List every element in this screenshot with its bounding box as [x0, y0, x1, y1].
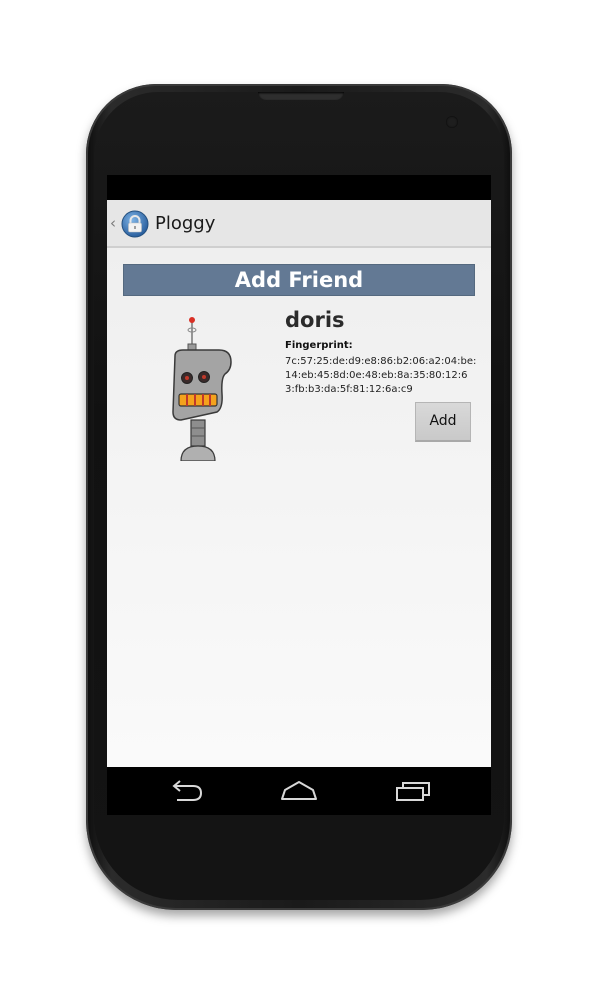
navigation-bar	[107, 767, 491, 815]
app-title: Ploggy	[155, 213, 216, 234]
earpiece-speaker	[258, 92, 344, 100]
add-friend-header: Add Friend	[123, 264, 475, 296]
robot-avatar	[167, 316, 237, 462]
fingerprint-label: Fingerprint:	[285, 340, 353, 351]
add-friend-button[interactable]: Add	[415, 402, 471, 442]
status-bar	[107, 175, 491, 200]
device-screen: ‹ Ploggy Add Friend doris Fingerprint: 7…	[107, 175, 491, 815]
friend-name: doris	[285, 308, 345, 332]
action-bar: ‹ Ploggy	[107, 200, 491, 248]
up-caret-icon[interactable]: ‹	[110, 214, 116, 232]
recent-apps-icon[interactable]	[389, 777, 437, 805]
front-camera	[446, 116, 458, 128]
lock-icon[interactable]	[121, 210, 149, 238]
fingerprint-value: 7c:57:25:de:d9:e8:86:b2:06:a2:04:be:14:e…	[285, 356, 477, 395]
home-icon[interactable]	[275, 777, 323, 805]
add-friend-content: Add Friend doris Fingerprint: 7c:57:25:d…	[107, 248, 491, 767]
back-icon[interactable]	[163, 777, 211, 805]
